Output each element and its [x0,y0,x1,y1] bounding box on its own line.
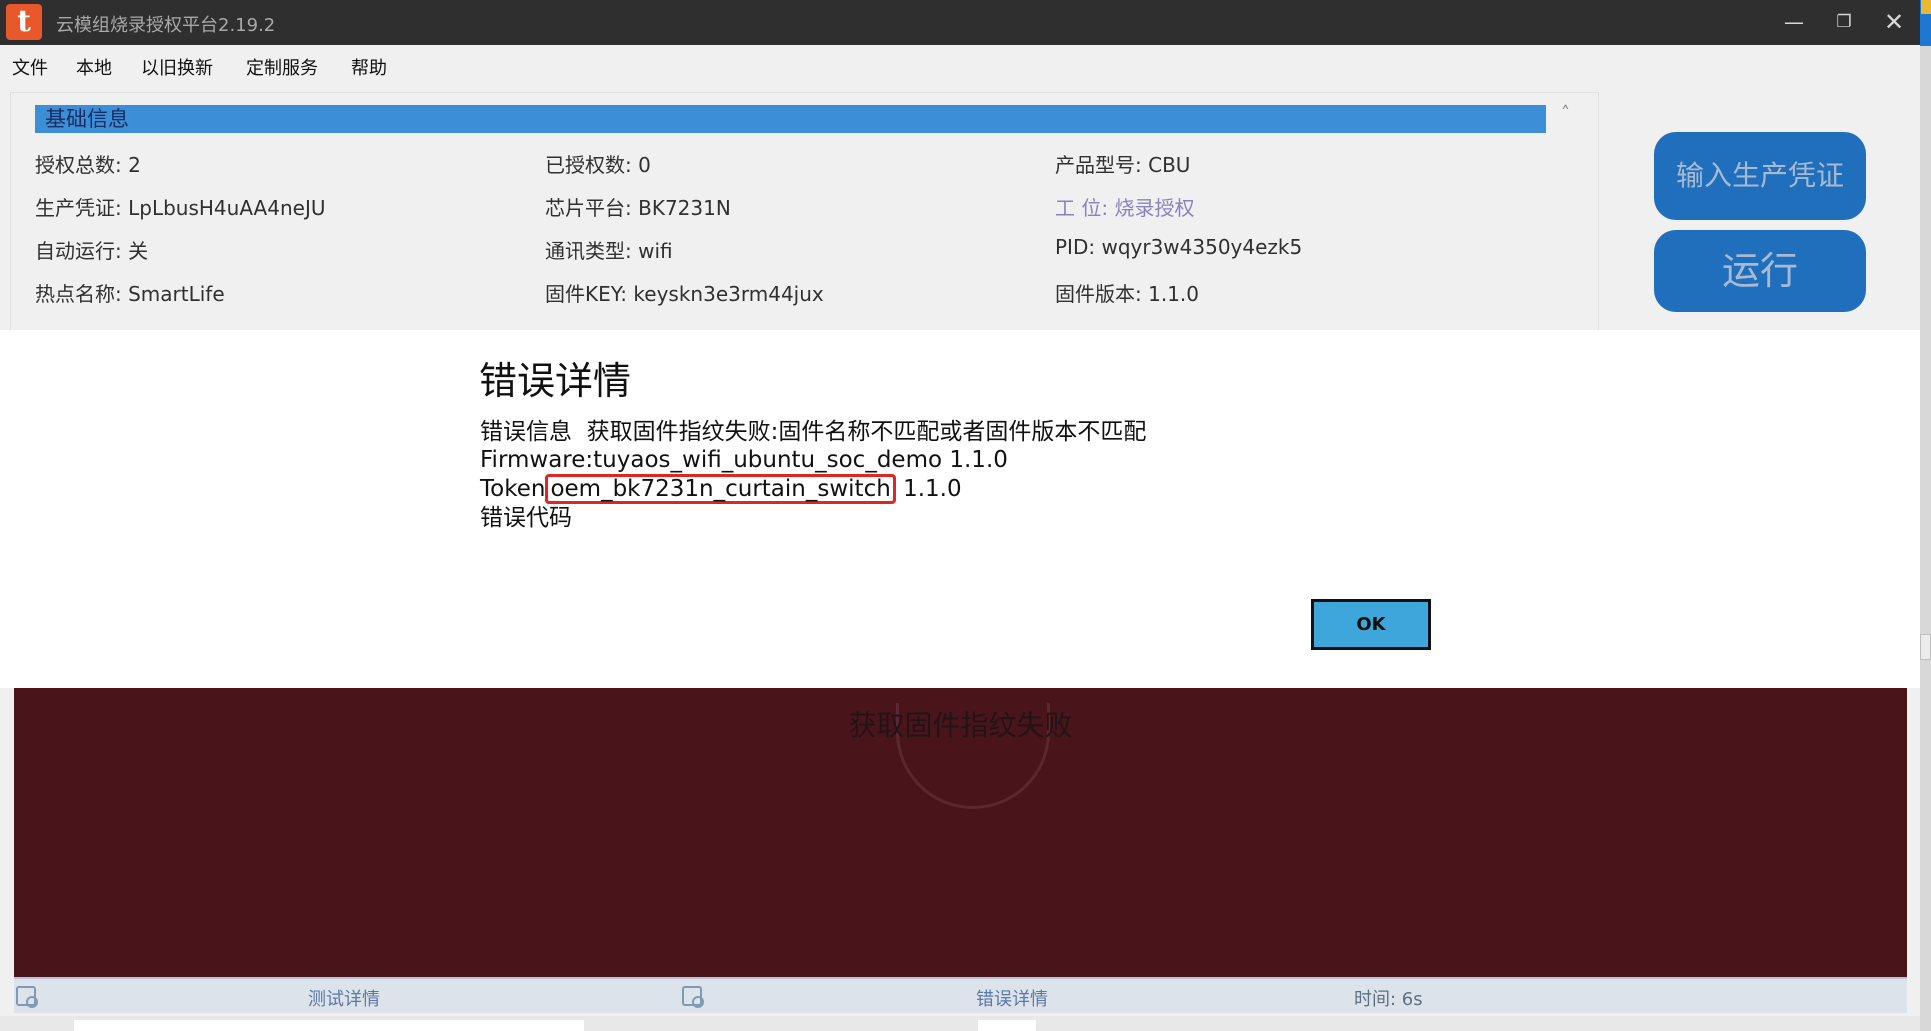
scrollbar-thumb[interactable] [1920,634,1931,660]
app-logo: t [6,4,42,40]
info-authorized-count: 已授权数: 0 [545,153,651,177]
elapsed-time: 时间: 6s [1354,989,1423,1010]
info-production-credential: 生产凭证: LpLbusH4uAA4neJU [35,196,326,220]
menu-trade-in[interactable]: 以旧换新 [141,54,213,80]
menu-bar: 文件 本地 以旧换新 定制服务 帮助 [0,45,1920,85]
info-workstation-link[interactable]: 工 位: 烧录授权 [1055,192,1565,235]
info-total-authorizations: 授权总数: 2 [35,153,141,177]
status-area: 获取固件指纹失败 [14,688,1907,977]
input-credential-button[interactable]: 输入生产凭证 [1654,132,1866,220]
collapse-chevron-icon[interactable]: ˄ [1561,103,1570,124]
token-name-highlight: oem_bk7231n_curtain_switch [545,474,896,504]
token-version: 1.1.0 [895,476,962,502]
minimize-button[interactable]: — [1780,8,1808,36]
basic-info-grid: 授权总数: 2 已授权数: 0 产品型号: CBU 生产凭证: LpLbusH4… [35,149,1565,321]
window-title: 云模组烧录授权平台2.19.2 [56,15,276,36]
info-hotspot-name: 热点名称: SmartLife [35,282,225,306]
info-chip-platform: 芯片平台: BK7231N [545,196,731,220]
error-dialog: 错误详情 错误信息 获取固件指纹失败:固件名称不匹配或者固件版本不匹配 Firm… [0,330,1920,688]
menu-custom-service[interactable]: 定制服务 [246,54,318,80]
error-info-line: 错误信息 获取固件指纹失败:固件名称不匹配或者固件版本不匹配 [480,419,1147,445]
error-code-label: 错误代码 [480,505,572,531]
menu-help[interactable]: 帮助 [351,54,387,80]
status-footer: 测试详情 错误详情 时间: 6s [14,977,1907,1013]
menu-file[interactable]: 文件 [12,54,48,80]
info-comm-type: 通讯类型: wifi [545,239,673,263]
basic-info-header[interactable]: 基础信息 [35,105,1546,133]
basic-info-panel: 基础信息 ˄ 授权总数: 2 已授权数: 0 产品型号: CBU 生产凭证: L… [10,92,1599,332]
menu-local[interactable]: 本地 [76,54,112,80]
taskbar-strip [0,1016,1920,1031]
close-button[interactable]: ✕ [1880,8,1908,36]
title-bar: t 云模组烧录授权平台2.19.2 — ❐ ✕ [0,0,1920,45]
dialog-title: 错误详情 [479,359,632,403]
info-firmware-key: 固件KEY: keyskn3e3rm44jux [545,282,824,306]
run-button[interactable]: 运行 [1654,230,1866,312]
info-product-model: 产品型号: CBU [1055,153,1191,177]
right-edge-strip [1920,0,1931,1031]
status-message: 获取固件指纹失败 [848,709,1073,742]
firmware-line: Firmware:tuyaos_wifi_ubuntu_soc_demo 1.1… [480,447,1008,473]
error-details-icon[interactable] [682,986,704,1008]
error-details-link[interactable]: 错误详情 [976,985,1048,1011]
ok-button[interactable]: OK [1311,599,1431,650]
test-details-icon[interactable] [16,986,38,1008]
token-prefix: Token [480,476,546,502]
restore-button[interactable]: ❐ [1830,8,1858,36]
dialog-body: 错误信息 获取固件指纹失败:固件名称不匹配或者固件版本不匹配 Firmware:… [480,418,1146,532]
info-pid: PID: wqyr3w4350y4ezk5 [1055,235,1303,259]
test-details-link[interactable]: 测试详情 [308,985,380,1011]
info-firmware-version: 固件版本: 1.1.0 [1055,282,1199,306]
info-auto-run: 自动运行: 关 [35,239,149,263]
token-line: Token oem_bk7231n_curtain_switch 1.1.0 [480,474,1146,504]
